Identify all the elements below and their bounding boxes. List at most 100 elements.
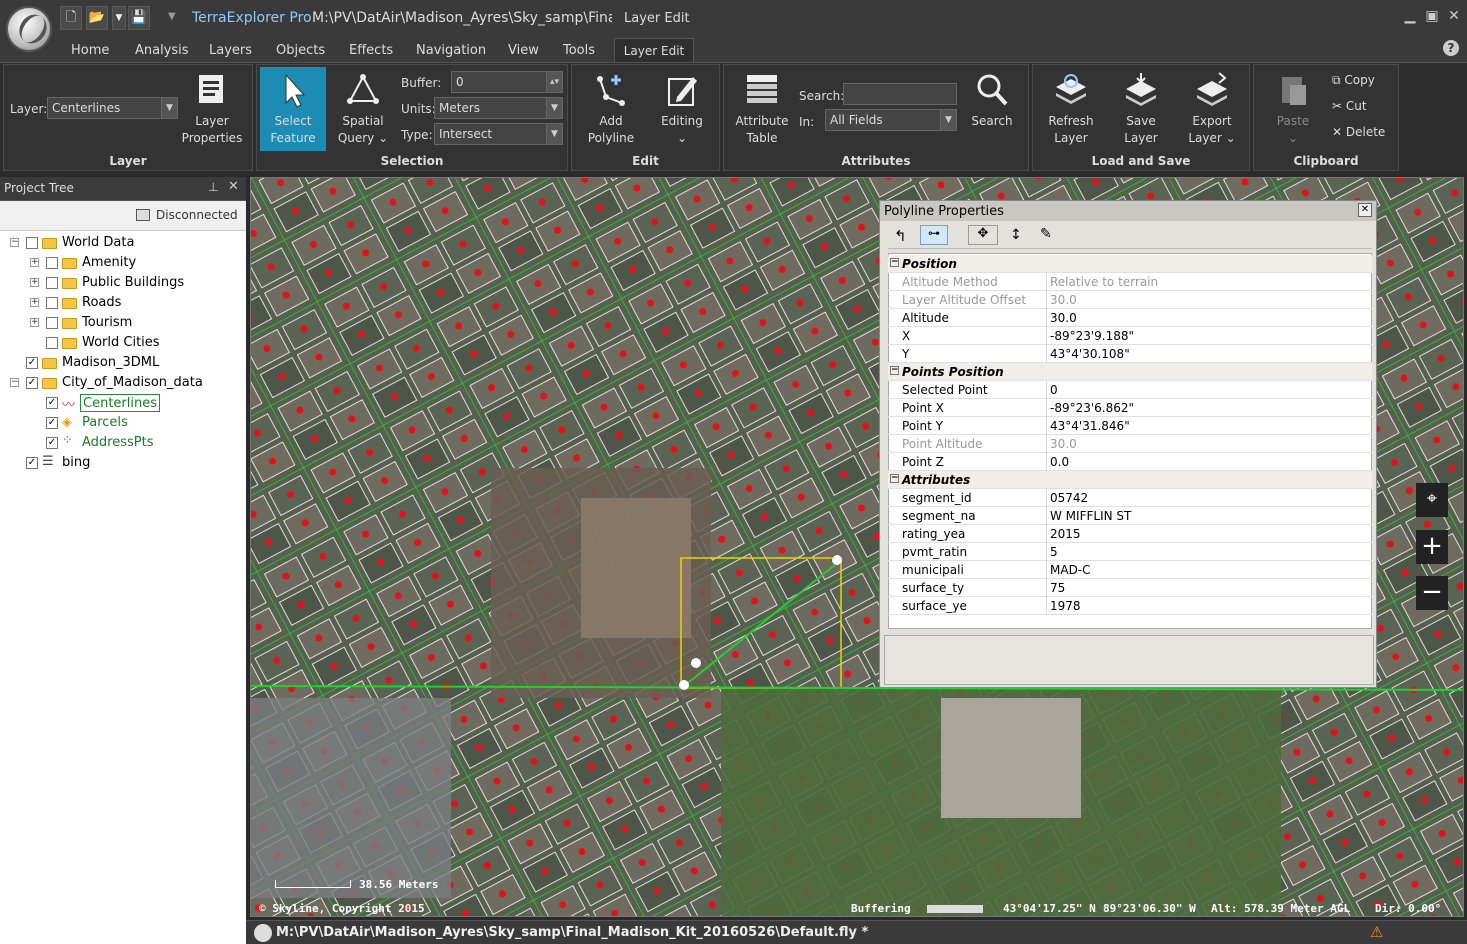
tab-objects[interactable]: Objects [276, 42, 325, 62]
tree-item-world-cities[interactable]: World Cities [82, 334, 160, 352]
property-row[interactable]: Point Y 43°4'31.846" [888, 417, 1372, 435]
layer-properties-button[interactable]: Layer Properties [180, 71, 244, 147]
close-icon[interactable]: ✕ [1444, 8, 1464, 28]
expand-toggle-icon[interactable]: + [30, 278, 39, 287]
property-row[interactable]: rating_yea 2015 [888, 525, 1372, 543]
zoom-in-icon[interactable]: + [1416, 530, 1448, 564]
expand-toggle-icon[interactable]: − [10, 378, 19, 387]
pin-icon[interactable]: ⊥ [208, 180, 218, 194]
tree-item-roads[interactable]: Roads [82, 294, 121, 312]
tab-tools[interactable]: Tools [563, 42, 595, 62]
tab-analysis[interactable]: Analysis [135, 42, 189, 62]
open-dropdown-icon[interactable]: ▼ [112, 6, 126, 30]
checkbox[interactable] [46, 337, 58, 349]
property-row[interactable]: X -89°23'9.188" [888, 327, 1372, 345]
maximize-icon[interactable]: ▣ [1422, 8, 1442, 28]
tree-item-amenity[interactable]: Amenity [82, 254, 136, 272]
tab-view[interactable]: View [508, 42, 539, 62]
select-feature-button[interactable]: Select Feature [260, 67, 326, 151]
tree-item-world-data[interactable]: World Data [62, 234, 134, 252]
spatial-query-button[interactable]: Spatial Query ⌄ [331, 71, 395, 147]
property-row[interactable]: Altitude 30.0 [888, 309, 1372, 327]
position-section[interactable]: − Position [888, 255, 1372, 273]
tree-item-bing[interactable]: bing [62, 454, 90, 472]
checkbox-checked[interactable]: ✓ [46, 437, 58, 449]
new-file-icon[interactable]: 🗋 [60, 6, 82, 30]
move-xy-tool-icon[interactable]: ✥ [968, 225, 998, 245]
attributes-section[interactable]: − Attributes [888, 471, 1372, 489]
property-row[interactable]: municipali MAD-C [888, 561, 1372, 579]
tab-home[interactable]: Home [71, 42, 109, 62]
close-panel-icon[interactable]: ✕ [228, 179, 239, 194]
refresh-layer-button[interactable]: Refresh Layer [1039, 71, 1103, 147]
tab-navigation[interactable]: Navigation [416, 42, 486, 62]
eyedropper-icon[interactable]: ✎ [1040, 226, 1052, 242]
tree-item-addresspts[interactable]: AddressPts [82, 434, 153, 452]
export-layer-button[interactable]: Export Layer ⌄ [1179, 71, 1245, 147]
paste-button[interactable]: Paste ⌄ [1258, 71, 1328, 147]
expand-toggle-icon[interactable]: + [30, 318, 39, 327]
property-row[interactable]: Y 43°4'30.108" [888, 345, 1372, 363]
tree-item-tourism[interactable]: Tourism [82, 314, 132, 332]
property-row[interactable]: Selected Point 0 [888, 381, 1372, 399]
app-logo-icon[interactable] [6, 6, 52, 52]
collapse-icon[interactable]: − [890, 258, 899, 267]
dialog-close-icon[interactable]: ✕ [1358, 203, 1372, 217]
qat-customize-icon[interactable]: ▼ [168, 11, 176, 22]
attribute-table-button[interactable]: Attribute Table [730, 71, 794, 147]
checkbox-checked[interactable]: ✓ [26, 377, 38, 389]
points-position-section[interactable]: − Points Position [888, 363, 1372, 381]
search-input[interactable] [843, 83, 957, 105]
expand-toggle-icon[interactable]: + [30, 298, 39, 307]
property-row[interactable]: Point X -89°23'6.862" [888, 399, 1372, 417]
collapse-icon[interactable]: − [890, 474, 899, 483]
search-field-select[interactable]: All Fields ▼ [825, 109, 957, 131]
tree-item-madison-3dml[interactable]: Madison_3DML [62, 354, 159, 372]
units-select[interactable]: Meters ▼ [434, 97, 563, 119]
property-row[interactable]: Point Z 0.0 [888, 453, 1372, 471]
move-z-tool-icon[interactable]: ↕ [1010, 227, 1022, 243]
type-select[interactable]: Intersect ▼ [434, 123, 563, 145]
editing-button[interactable]: Editing ⌄ [650, 71, 714, 147]
edit-points-tool-icon[interactable]: ⊶ [920, 225, 948, 245]
delete-button[interactable]: ✕ Delete [1332, 125, 1385, 139]
property-row[interactable]: Point Altitude 30.0 [888, 435, 1372, 453]
checkbox-checked[interactable]: ✓ [46, 397, 58, 409]
checkbox-checked[interactable]: ✓ [26, 357, 38, 369]
checkbox[interactable] [46, 297, 58, 309]
minimize-icon[interactable]: ▁ [1400, 8, 1420, 28]
spinner-icon[interactable]: ▴▾ [546, 72, 562, 92]
tab-layer-edit[interactable]: Layer Edit [614, 38, 694, 63]
tree-item-city-of-madison-data[interactable]: City_of_Madison_data [62, 374, 203, 392]
property-row[interactable]: pvmt_ratin 5 [888, 543, 1372, 561]
save-layer-button[interactable]: Save Layer [1109, 71, 1173, 147]
expand-toggle-icon[interactable]: + [30, 258, 39, 267]
save-icon[interactable]: 💾 [128, 6, 150, 30]
tab-layers[interactable]: Layers [209, 42, 252, 62]
property-row[interactable]: surface_ye 1978 [888, 597, 1372, 615]
property-row[interactable]: Altitude Method Relative to terrain [888, 273, 1372, 291]
property-row[interactable]: surface_ty 75 [888, 579, 1372, 597]
expand-toggle-icon[interactable]: − [10, 238, 19, 247]
add-polyline-button[interactable]: Add Polyline [578, 71, 644, 147]
cut-button[interactable]: ✂ Cut [1332, 99, 1367, 113]
edit-polyline-tool-icon[interactable]: ↰ [894, 227, 907, 245]
tree-item-parcels[interactable]: Parcels [82, 414, 128, 432]
help-icon[interactable]: ? [1443, 40, 1459, 56]
property-row[interactable]: segment_na W MIFFLIN ST [888, 507, 1372, 525]
checkbox-checked[interactable]: ✓ [26, 457, 38, 469]
layer-select[interactable]: Centerlines ▼ [47, 97, 178, 119]
buffer-input[interactable]: 0 ▴▾ [451, 71, 563, 93]
tree-item-public-buildings[interactable]: Public Buildings [82, 274, 184, 292]
search-button[interactable]: Search [962, 71, 1022, 130]
property-row[interactable]: Layer Altitude Offset 30.0 [888, 291, 1372, 309]
checkbox[interactable] [46, 317, 58, 329]
checkbox[interactable] [46, 257, 58, 269]
open-folder-icon[interactable]: 📂 [86, 6, 108, 30]
navigation-compass-icon[interactable]: ⌖ [1416, 483, 1448, 517]
tree-item-centerlines[interactable]: Centerlines [80, 394, 160, 412]
checkbox[interactable] [46, 277, 58, 289]
tab-effects[interactable]: Effects [349, 42, 393, 62]
copy-button[interactable]: ⧉ Copy [1332, 73, 1375, 88]
collapse-icon[interactable]: − [890, 366, 899, 375]
